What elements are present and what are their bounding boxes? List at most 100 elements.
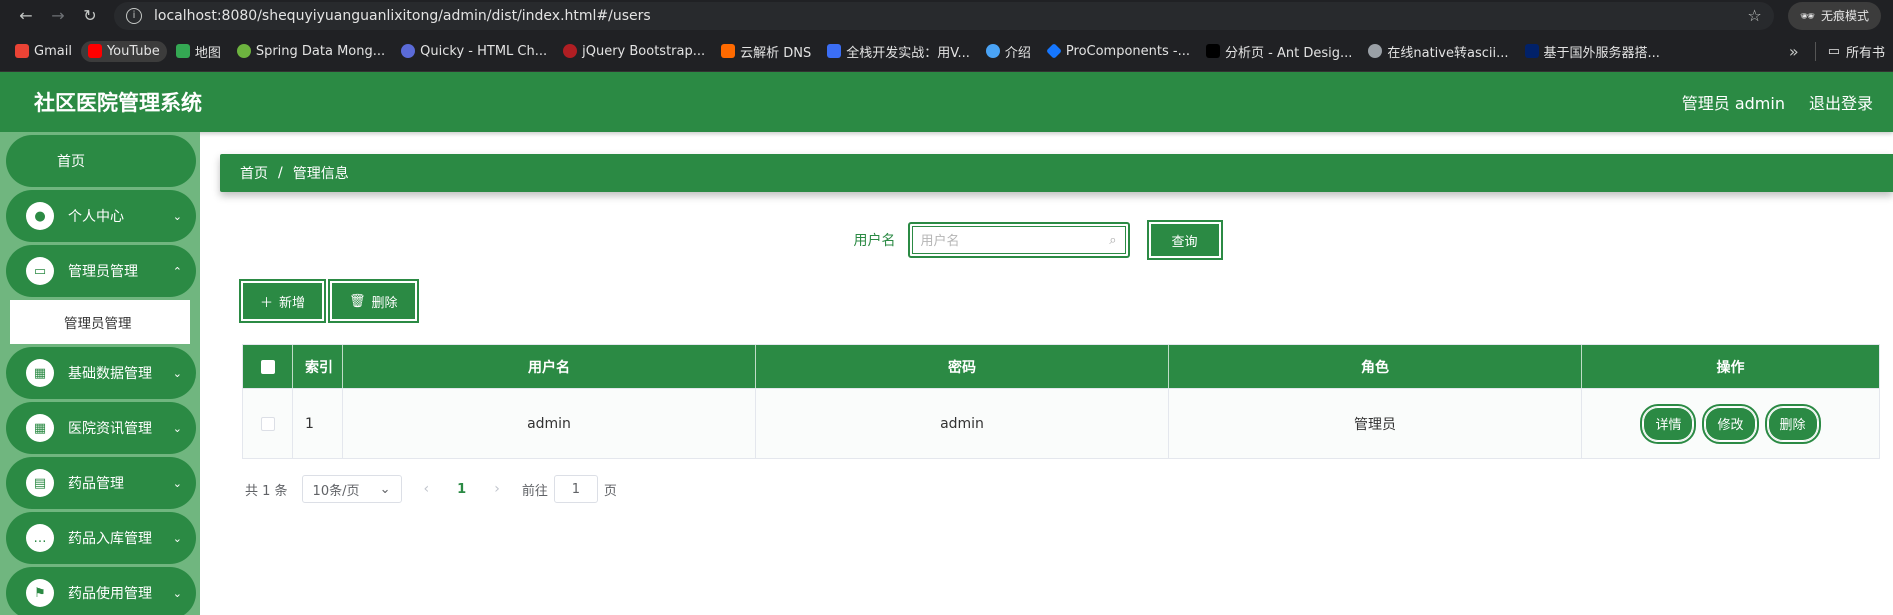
folder-icon: ▭ [1827, 43, 1840, 59]
bookmark-item[interactable]: Gmail [8, 41, 79, 62]
bookmarks-bar: Gmail YouTube 地图 Spring Data Mong... Qui… [0, 31, 1893, 72]
reload-icon[interactable]: ↻ [76, 2, 104, 30]
quicky-icon [401, 44, 416, 58]
back-icon[interactable]: ← [12, 2, 40, 30]
page-number-current[interactable]: 1 [451, 482, 472, 497]
header-index: 索引 [293, 345, 343, 388]
breadcrumb-current: 管理信息 [292, 166, 349, 182]
chevron-down-icon: ⌄ [172, 586, 182, 600]
bookmark-item[interactable]: jQuery Bootstrap... [556, 41, 712, 62]
chevron-up-icon: ⌃ [172, 264, 182, 278]
page-jumper: 前往 1 页 [522, 475, 617, 503]
add-button-label: 新增 [279, 294, 306, 310]
page-size-select[interactable]: 10条/页 ⌄ [301, 475, 402, 503]
bookmark-item[interactable]: 云解析 DNS [714, 39, 818, 64]
logout-link[interactable]: 退出登录 [1809, 90, 1873, 114]
prev-page-icon[interactable]: ‹ [416, 481, 438, 497]
sidebar-item-admin-management[interactable]: ▭ 管理员管理 ⌃ [6, 245, 196, 297]
next-page-icon[interactable]: › [486, 481, 508, 497]
action-toolbar: ＋ 新增 🗑 删除 [238, 279, 1893, 323]
sidebar-item-basic-data[interactable]: ▦ 基础数据管理 ⌄ [6, 347, 196, 399]
trash-icon: 🗑 [349, 293, 366, 308]
bookmark-label: ProComponents -... [1065, 43, 1190, 59]
pagination: 共 1 条 10条/页 ⌄ ‹ 1 › 前往 1 页 [245, 475, 1893, 503]
pro-icon [1206, 44, 1220, 58]
chevron-down-icon: ⌄ [172, 476, 182, 490]
uk-flag-icon [1524, 44, 1539, 58]
plus-icon: ＋ [260, 294, 274, 310]
breadcrumb-home[interactable]: 首页 [240, 163, 268, 183]
bookmark-item[interactable]: 全栈开发实战：用V... [820, 39, 977, 64]
gmail-icon [15, 44, 29, 58]
search-icon: ⌕ [1109, 232, 1117, 248]
bookmark-label: Quicky - HTML Ch... [420, 43, 548, 59]
current-user: 管理员 admin [1681, 94, 1785, 113]
sidebar-item-label: 首页 [57, 154, 85, 170]
grid-icon: ▦ [26, 359, 54, 387]
select-all-checkbox[interactable] [260, 359, 275, 374]
bookmark-item[interactable]: 分析页 - Ant Desig... [1199, 39, 1359, 64]
bookmark-item[interactable]: 地图 [169, 39, 228, 64]
delete-button[interactable]: 🗑 删除 [328, 279, 419, 323]
sidebar: 首页 ● 个人中心 ⌄ ▭ 管理员管理 ⌃ 管理员管理 ▦ 基础数据管理 ⌄ ▦… [0, 132, 200, 615]
search-input[interactable] [920, 232, 1110, 248]
bookmark-label: 地图 [194, 45, 221, 61]
url-text[interactable]: localhost:8080/shequyiyuanguanlixitong/a… [154, 8, 1747, 24]
select-all-cell [243, 345, 293, 388]
sidebar-subitem-admin-management[interactable]: 管理员管理 [10, 300, 190, 344]
table-header: 索引 用户名 密码 角色 操作 [243, 345, 1879, 388]
bookmark-item[interactable]: 在线native转ascii... [1361, 39, 1515, 64]
bookmark-label: 云解析 DNS [740, 45, 812, 61]
bookmark-item[interactable]: YouTube [80, 40, 167, 62]
sidebar-item-hospital-news[interactable]: ▦ 医院资讯管理 ⌄ [6, 402, 196, 454]
app-header: 社区医院管理系统 管理员 admin 退出登录 [0, 72, 1893, 132]
forward-icon[interactable]: → [44, 2, 72, 30]
row-delete-button[interactable]: 删除 [1764, 403, 1821, 444]
sidebar-item-label: 个人中心 [68, 209, 124, 225]
bookmark-star-icon[interactable]: ☆ [1747, 6, 1761, 25]
bookmark-item[interactable]: 基于国外服务器搭... [1518, 39, 1667, 64]
maps-icon [175, 44, 190, 58]
sidebar-item-label: 基础数据管理 [68, 366, 152, 382]
row-checkbox[interactable] [260, 416, 275, 431]
breadcrumb-separator: / [278, 165, 283, 181]
sidebar-item-drug-stock-in[interactable]: … 药品入库管理 ⌄ [6, 512, 196, 564]
sidebar-item-personal-center[interactable]: ● 个人中心 ⌄ [6, 190, 196, 242]
sidebar-item-home[interactable]: 首页 [6, 135, 196, 187]
chevron-down-icon: ⌄ [172, 209, 182, 223]
bookmark-label: 分析页 - Ant Desig... [1225, 45, 1353, 61]
site-info-icon[interactable]: i [126, 7, 142, 24]
edit-button[interactable]: 修改 [1702, 403, 1759, 444]
bookmark-item[interactable]: Quicky - HTML Ch... [394, 41, 554, 62]
incognito-icon: 🕶 [1799, 8, 1815, 23]
header-username: 用户名 [343, 345, 756, 388]
query-button[interactable]: 查询 [1146, 220, 1223, 260]
flag-icon: ⚑ [26, 579, 54, 607]
incognito-label: 无痕模式 [1820, 9, 1869, 23]
sidebar-item-drug-usage[interactable]: ⚑ 药品使用管理 ⌄ [6, 567, 196, 615]
bookmark-item[interactable]: ProComponents -... [1040, 41, 1197, 62]
youtube-icon [87, 44, 102, 58]
chevron-down-icon: ⌄ [379, 481, 391, 497]
bookmark-item[interactable]: 介绍 [979, 39, 1038, 64]
chevron-down-icon: ⌄ [172, 421, 182, 435]
sidebar-item-label: 医院资讯管理 [68, 421, 152, 437]
chevron-down-icon: ⌄ [172, 366, 182, 380]
sidebar-item-drug-management[interactable]: ▤ 药品管理 ⌄ [6, 457, 196, 509]
all-bookmarks-label: 所有书 [1845, 45, 1885, 61]
bookmark-item[interactable]: Spring Data Mong... [230, 41, 392, 62]
all-bookmarks[interactable]: ▭ 所有书 [1814, 41, 1885, 61]
m-icon [827, 44, 842, 58]
incognito-badge[interactable]: 🕶 无痕模式 [1787, 1, 1881, 30]
sidebar-item-label: 管理员管理 [68, 264, 138, 280]
monitor-icon: ▭ [26, 257, 54, 285]
bookmarks-overflow-icon[interactable]: » [1775, 42, 1813, 61]
search-form: 用户名 ⌕ 查询 [220, 220, 1893, 260]
header-actions: 操作 [1716, 359, 1745, 376]
content-area: 首页 / 管理信息 用户名 ⌕ 查询 ＋ 新增 🗑 删除 [200, 132, 1893, 615]
procomponents-icon [1045, 43, 1062, 59]
detail-button[interactable]: 详情 [1640, 403, 1697, 444]
goto-page-input[interactable]: 1 [553, 475, 598, 503]
add-button[interactable]: ＋ 新增 [238, 279, 327, 323]
address-bar[interactable]: i localhost:8080/shequyiyuanguanlixitong… [114, 1, 1774, 30]
